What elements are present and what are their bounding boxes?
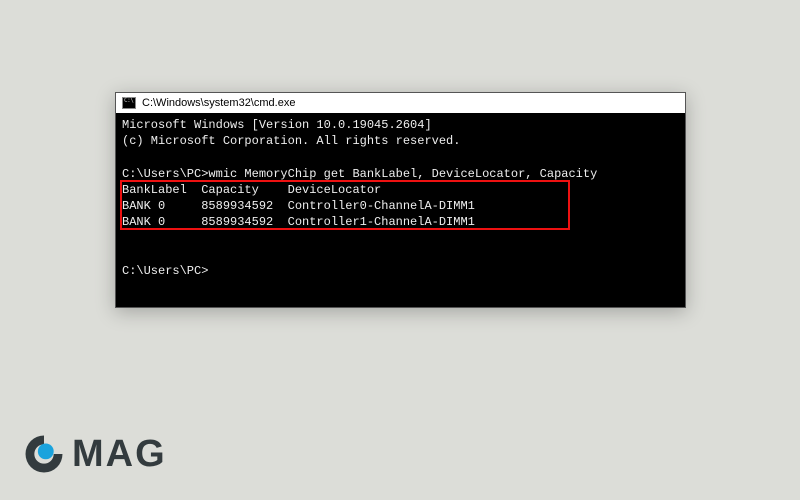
logo-text: MAG — [72, 433, 167, 476]
prompt-1: C:\Users\PC> — [122, 167, 208, 181]
window-titlebar[interactable]: C:\Windows\system32\cmd.exe — [116, 93, 685, 113]
os-version-line: Microsoft Windows [Version 10.0.19045.26… — [122, 118, 432, 132]
output-row-1: BANK 0 8589934592 Controller0-ChannelA-D… — [122, 199, 475, 213]
output-row-2: BANK 0 8589934592 Controller1-ChannelA-D… — [122, 215, 475, 229]
cmd-window: C:\Windows\system32\cmd.exe Microsoft Wi… — [115, 92, 686, 308]
window-title: C:\Windows\system32\cmd.exe — [142, 97, 295, 109]
command-1: wmic MemoryChip get BankLabel, DeviceLoc… — [208, 167, 597, 181]
logo-mark-icon — [22, 432, 66, 476]
output-header: BankLabel Capacity DeviceLocator — [122, 183, 381, 197]
brand-logo: MAG — [22, 432, 167, 476]
terminal-body[interactable]: Microsoft Windows [Version 10.0.19045.26… — [116, 113, 685, 307]
cmd-icon — [122, 97, 136, 109]
copyright-line: (c) Microsoft Corporation. All rights re… — [122, 134, 460, 148]
prompt-2: C:\Users\PC> — [122, 264, 208, 278]
